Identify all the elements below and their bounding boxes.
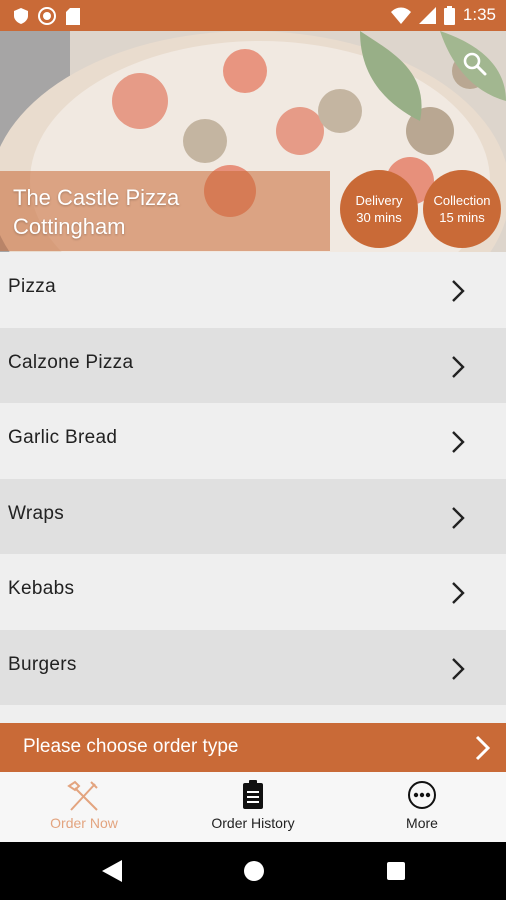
battery-icon [443, 5, 455, 25]
more-dots-icon [408, 781, 436, 809]
fork-knife-icon [67, 780, 98, 811]
status-time: 1:35 [462, 5, 496, 24]
category-label: Pizza [8, 276, 56, 297]
wifi-icon [390, 7, 411, 24]
back-icon[interactable] [102, 860, 122, 882]
record-notification-icon [38, 7, 56, 25]
shield-notification-icon [14, 8, 28, 24]
sd-card-notification-icon [66, 7, 80, 25]
bottom-tab-bar: Order Now Order History More [0, 772, 506, 842]
order-type-bar[interactable]: Please choose order type [0, 723, 506, 772]
restaurant-name-line1: The Castle Pizza [13, 185, 180, 210]
chevron-right-icon [452, 582, 465, 604]
chevron-right-icon [452, 355, 465, 378]
delivery-label: Delivery [355, 193, 403, 208]
chevron-right-icon [475, 735, 491, 761]
restaurant-name-line2: Cottingham [13, 214, 126, 239]
category-label: Wraps [8, 502, 65, 524]
category-row-pizza[interactable]: Pizza [0, 252, 506, 328]
collection-time: 15 mins [439, 210, 485, 225]
chevron-right-icon [452, 657, 465, 680]
category-row-burgers[interactable]: Burgers [0, 629, 506, 705]
category-label: Garlic Bread [8, 427, 118, 448]
search-icon [463, 52, 487, 76]
home-icon[interactable] [243, 860, 265, 882]
tab-order-now[interactable]: Order Now [0, 772, 168, 842]
search-button[interactable] [463, 52, 491, 80]
category-list: Pizza Calzone Pizza Garlic Bread Wraps K… [0, 252, 506, 705]
category-label: Burgers [8, 653, 77, 675]
delivery-time: 30 mins [356, 210, 402, 225]
category-row-wraps[interactable]: Wraps [0, 478, 506, 554]
restaurant-hero: The Castle Pizza Cottingham Delivery 30 … [0, 31, 506, 252]
order-type-label: Please choose order type [23, 736, 239, 757]
system-navigation-bar [0, 842, 506, 900]
tab-more-label: More [406, 815, 438, 831]
collection-label: Collection [433, 193, 491, 208]
status-bar: 1:35 [0, 0, 506, 31]
signal-icon [418, 6, 436, 24]
tab-order-history[interactable]: Order History [169, 772, 337, 842]
chevron-right-icon [452, 280, 465, 302]
category-row-kebabs[interactable]: Kebabs [0, 554, 506, 630]
chevron-right-icon [452, 431, 465, 453]
recents-icon[interactable] [387, 862, 405, 880]
category-label: Calzone Pizza [8, 351, 134, 373]
category-label: Kebabs [8, 578, 75, 599]
tab-order-now-label: Order Now [50, 815, 118, 831]
restaurant-name: The Castle Pizza Cottingham [13, 183, 333, 241]
delivery-badge: Delivery 30 mins [340, 170, 418, 248]
tab-more[interactable]: More [338, 772, 506, 842]
category-row-calzone-pizza[interactable]: Calzone Pizza [0, 327, 506, 403]
tab-order-history-label: Order History [211, 815, 295, 831]
clipboard-icon [243, 780, 263, 809]
chevron-right-icon [452, 506, 465, 529]
collection-badge: Collection 15 mins [423, 170, 501, 248]
category-row-garlic-bread[interactable]: Garlic Bread [0, 403, 506, 479]
